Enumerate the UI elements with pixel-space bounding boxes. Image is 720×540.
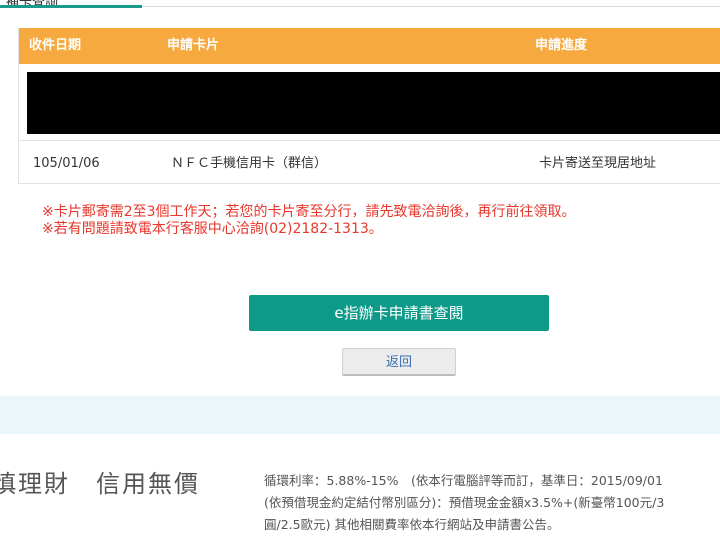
row-divider: [19, 140, 720, 141]
header-date: 收件日期: [29, 38, 82, 53]
tab-bar: 補卡查詢: [0, 0, 720, 10]
header-status: 申請進度: [535, 38, 588, 53]
notice-line-1: ※卡片郵寄需2至3個工作天；若您的卡片寄至分行，請先致電洽詢後，再行前往領取。: [42, 204, 576, 220]
cell-status: 卡片寄送至現居地址: [539, 156, 657, 171]
application-table: 收件日期 申請卡片 申請進度 105/01/06 ＮＦＣ手機信用卡（群信） 卡片…: [18, 28, 720, 184]
e-apply-form-button[interactable]: e指辦卡申請書查閱: [249, 295, 549, 331]
rate-disclosure: 循環利率：5.88%-15% (依本行電腦評等而訂，基準日：2015/09/01…: [264, 470, 720, 536]
header-card: 申請卡片: [167, 38, 220, 53]
redacted-block: [27, 72, 720, 134]
rate-line-3: 圓/2.5歐元) 其他相關費率依本行網站及申請書公告。: [264, 517, 560, 532]
rate-line-1: 循環利率：5.88%-15% (依本行電腦評等而訂，基準日：2015/09/01: [264, 473, 663, 488]
table-row: 105/01/06 ＮＦＣ手機信用卡（群信） 卡片寄送至現居地址: [19, 144, 720, 184]
light-band: [0, 396, 720, 434]
cell-card: ＮＦＣ手機信用卡（群信）: [171, 156, 328, 171]
active-tab-indicator: [0, 5, 142, 8]
notice-text: ※卡片郵寄需2至3個工作天；若您的卡片寄至分行，請先致電洽詢後，再行前往領取。 …: [42, 204, 576, 238]
footer-slogan: 慎理財 信用無價: [0, 470, 200, 498]
notice-line-2: ※若有問題請致電本行客服中心洽詢(02)2182-1313。: [42, 221, 383, 237]
footer: 慎理財 信用無價 循環利率：5.88%-15% (依本行電腦評等而訂，基準日：2…: [0, 434, 720, 540]
table-row-redacted: [19, 64, 720, 136]
table-header: 收件日期 申請卡片 申請進度: [19, 28, 720, 64]
cell-date: 105/01/06: [33, 156, 100, 171]
tab-divider: [142, 6, 720, 7]
row-divider: [19, 183, 720, 184]
back-button[interactable]: 返回: [342, 348, 456, 376]
rate-line-2: (依預借現金約定結付幣別區分)：預借現金金額x3.5%+(新臺幣100元/3: [264, 495, 665, 510]
